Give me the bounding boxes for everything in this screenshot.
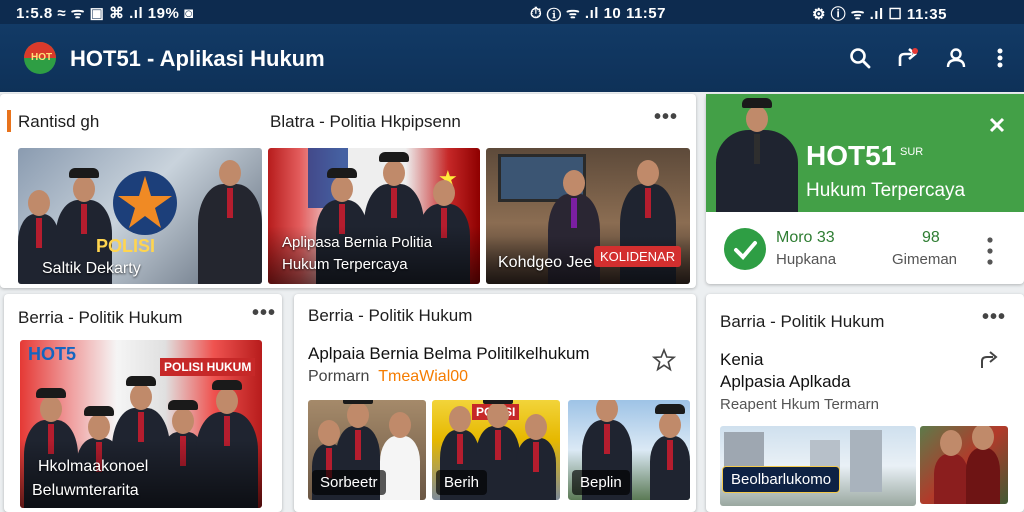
section-center-label: Blatra - Politia Hkpipsenn [270,112,461,131]
city-image[interactable]: Beolbarlukomo [720,426,916,506]
image-caption-line1: Hkolmaakonoel [38,458,149,475]
status-right: ⚙ ⓘ ᯤ .ıl ☐ 11:35 [812,6,947,23]
close-icon[interactable] [986,114,1008,136]
card-title-line1: Kenia [720,350,764,369]
promo-more-icon[interactable] [980,234,1000,268]
status-center: ⏱ ⓘ ᯤ .ıl 10 11:57 [530,5,666,22]
mid-thumb-1[interactable]: Sorbeetr [308,400,426,500]
thumb-caption: Beplin [572,470,630,495]
bookmark-star-icon[interactable] [651,347,677,372]
card-sub-highlight: TmeaWial00 [378,368,469,385]
status-left: 1:5.8 ≈ ᯤ ▣ ⌘ .ıl 19% ◙ [16,5,194,22]
card-header: Berria - Politik Hukum [308,306,473,325]
thumb-caption-line2: Hukum Terpercaya [282,256,408,273]
crowd-image[interactable] [920,426,1008,504]
thumb-caption-line1: Aplipasa Bernia Politia [282,234,433,251]
card-left-image[interactable]: HOT5 POLISI HUKUM Hkolmaakonoel Beluwmte… [20,340,262,508]
promo-stat1-value: Moro 33 [776,229,835,246]
promo-stat2-label: Gimeman [892,251,958,268]
emblem-icon [113,171,177,235]
card-sub: Pormarn TmeaWial00 [308,368,469,385]
promo-title-suffix: SUR [900,146,924,158]
person-icon[interactable] [944,46,968,70]
news-thumb-3[interactable]: Kohdgeo Jee KOLIDENAR [486,148,690,284]
section-more-icon[interactable]: ••• [654,106,678,129]
promo-banner: HOT51 SUR Hukum Terpercaya [706,94,1024,212]
thumb-caption: Saltik Dekarty [42,260,141,277]
thumb-caption: Berih [436,470,488,495]
share-icon[interactable] [896,46,920,70]
promo-stat2-value: 98 [922,229,940,246]
card-subtitle: Reapent Hkum Termarn [720,396,879,413]
more-vert-icon[interactable] [988,46,1012,70]
thumb-badge: KOLIDENAR [594,246,682,267]
city-pill: Beolbarlukomo [722,466,841,493]
mid-thumb-2[interactable]: POLISI Berih [432,400,560,500]
promo-stat1-label: Hupkana [776,251,837,268]
thumb-overlay-text: POLISI [96,236,156,256]
search-icon[interactable] [848,46,872,70]
card-header: Berria - Politik Hukum [18,308,183,327]
news-thumb-2[interactable]: ★ Aplipasa Bernia Politia Hukum Terperca… [268,148,480,284]
promo-subtitle: Hukum Terpercaya [806,180,966,201]
section-label: Rantisd gh [18,112,100,131]
card-header: Barria - Politik Hukum [720,312,885,331]
card-title-line2: Aplpasia Aplkada [720,372,851,391]
image-title: HOT5 [28,344,77,364]
share-arrow-icon[interactable] [978,348,1002,372]
section-accent-bar [7,110,11,132]
image-banner: POLISI HUKUM [160,358,256,376]
app-title: HOT51 - Aplikasi Hukum [70,46,325,71]
card-more-icon[interactable]: ••• [982,306,1006,329]
thumb-caption: Sorbeetr [312,470,386,495]
card-headline: Aplpaia Bernia Belma Politilkelhukum [308,344,590,363]
thumb-caption: Kohdgeo Jee [498,254,593,271]
mid-thumb-3[interactable]: Beplin [568,400,690,500]
status-bar: 1:5.8 ≈ ᯤ ▣ ⌘ .ıl 19% ◙ ⏱ ⓘ ᯤ .ıl 10 11:… [0,0,1024,24]
card-more-icon[interactable]: ••• [252,302,276,325]
app-logo: HOT [24,42,56,74]
image-caption-line2: Beluwmterarita [32,482,139,499]
promo-title: HOT51 [806,140,897,171]
news-thumb-1[interactable]: POLISI Saltik Dekarty [18,148,262,284]
check-icon [724,228,766,270]
